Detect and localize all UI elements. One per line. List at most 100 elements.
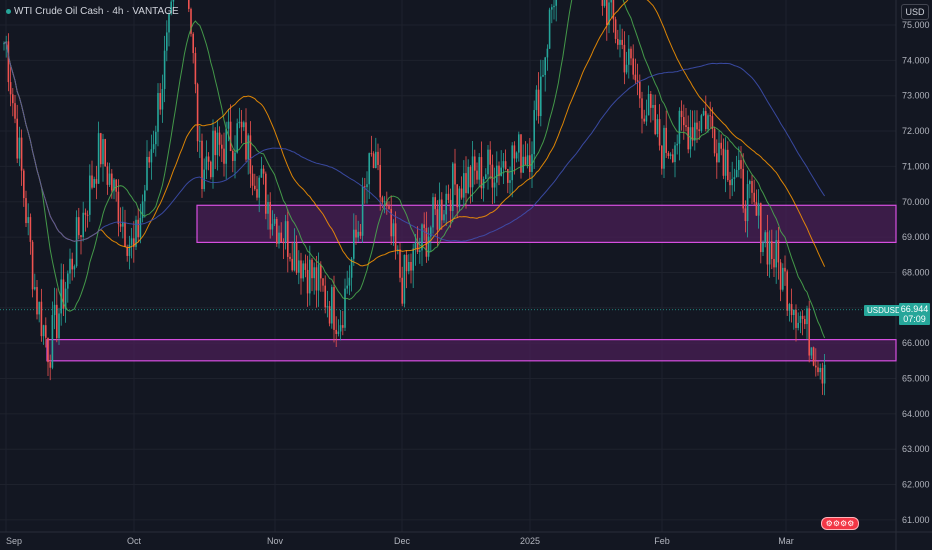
candle-body: [152, 144, 155, 150]
candle-body: [757, 203, 760, 216]
candle-body: [678, 110, 681, 144]
candle-body: [157, 93, 159, 132]
candle-body: [247, 135, 249, 160]
candle-body: [45, 325, 47, 338]
candle-body: [42, 325, 45, 337]
candle-body: [551, 7, 553, 10]
candle-body: [392, 223, 395, 237]
candle-body: [78, 217, 80, 236]
candle-body: [619, 39, 621, 45]
candle-body: [216, 132, 219, 156]
candle-body: [117, 191, 120, 225]
candle-body: [287, 221, 289, 257]
candle-body: [7, 41, 10, 83]
candle-body: [355, 229, 357, 238]
candle-body: [768, 241, 771, 265]
candle-body: [372, 153, 375, 168]
candle-body: [139, 217, 142, 238]
price-chart[interactable]: 75.000 74.000 73.000 72.000 71.000 70.000 69.0…: [0, 0, 932, 550]
candle-body: [304, 263, 307, 270]
candle-body: [674, 145, 676, 163]
candle-body: [282, 242, 285, 244]
candle-body: [298, 260, 300, 273]
candle-body: [100, 133, 102, 165]
candle-body: [412, 248, 414, 271]
candle-body: [709, 115, 711, 117]
candle-body: [795, 309, 797, 328]
candle-body: [542, 75, 544, 77]
candle-body: [696, 122, 698, 130]
candle-body: [51, 315, 54, 368]
candle-body: [452, 163, 454, 211]
candle-body: [12, 94, 14, 104]
candle-body: [388, 206, 390, 209]
candle-body: [324, 285, 326, 308]
scroll-to-realtime-button[interactable]: ⚙⚙⚙⚙: [821, 517, 859, 530]
candle-body: [97, 133, 100, 184]
candle-body: [93, 179, 95, 188]
chart-title[interactable]: WTI Crude Oil Cash · 4h · VANTAGE: [6, 6, 179, 17]
y-tick-label: 70.000: [902, 197, 930, 207]
candle-body: [128, 244, 131, 256]
candle-body: [529, 155, 531, 172]
last-price-value: 66.944: [900, 304, 929, 314]
candle-body: [291, 258, 293, 271]
candle-body: [742, 168, 744, 209]
candle-body: [685, 125, 687, 127]
candle-body: [478, 157, 480, 180]
candle-body: [159, 93, 161, 110]
candle-body: [212, 130, 214, 178]
candle-body: [34, 287, 36, 290]
candle-body: [656, 119, 659, 135]
candle-body: [419, 250, 421, 252]
candle-body: [394, 223, 397, 250]
candle-body: [555, 0, 557, 6]
candle-body: [812, 347, 815, 366]
candle-body: [256, 189, 258, 198]
candle-body: [687, 126, 689, 150]
candle-body: [335, 329, 337, 334]
candle-body: [346, 285, 348, 289]
candle-body: [280, 232, 282, 243]
candle-body: [493, 182, 496, 188]
candle-body: [210, 161, 212, 178]
candle-body: [71, 258, 73, 270]
candle-body: [249, 135, 252, 174]
candle-body: [445, 193, 447, 215]
candle-body: [126, 246, 128, 256]
candle-body: [643, 118, 645, 122]
candle-body: [377, 151, 379, 165]
candle-body: [225, 128, 227, 164]
candle-body: [23, 170, 25, 199]
candle-body: [773, 258, 775, 268]
candle-body: [698, 129, 700, 131]
currency-button[interactable]: USD: [901, 4, 929, 20]
candle-body: [106, 166, 109, 185]
candle-body: [474, 156, 476, 171]
candle-body: [150, 149, 153, 163]
candle-body: [432, 197, 434, 228]
y-tick-label: 63.000: [902, 444, 930, 454]
candle-body: [762, 242, 764, 253]
candle-body: [548, 9, 551, 49]
candle-body: [766, 232, 769, 265]
candle-body: [95, 179, 98, 184]
candle-body: [207, 156, 210, 162]
candle-body: [731, 178, 733, 186]
demand-zone: [196, 204, 897, 244]
candle-body: [16, 118, 18, 159]
candle-body: [383, 201, 386, 203]
candle-body: [784, 267, 786, 272]
candle-body: [511, 145, 513, 181]
candle-body: [749, 181, 751, 185]
candle-body: [753, 192, 755, 203]
candle-body: [267, 202, 269, 214]
candle-body: [201, 140, 203, 190]
candle-body: [229, 121, 232, 152]
candle-body: [729, 180, 731, 186]
candle-body: [234, 152, 236, 161]
candle-body: [313, 267, 315, 279]
candle-body: [775, 240, 777, 268]
candle-body: [163, 50, 166, 89]
candle-body: [724, 149, 727, 176]
